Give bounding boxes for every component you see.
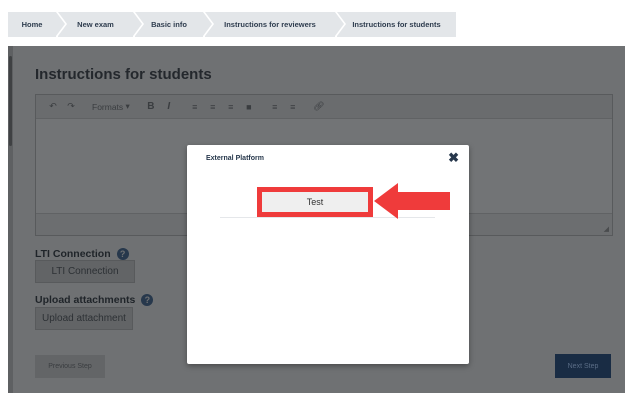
lti-connection-button[interactable]: LTI Connection bbox=[35, 260, 135, 283]
italic-icon[interactable]: I bbox=[160, 98, 178, 116]
resize-handle-icon[interactable]: ◢ bbox=[604, 225, 609, 233]
upload-attachment-button[interactable]: Upload attachment bbox=[35, 307, 133, 330]
help-icon[interactable]: ? bbox=[141, 294, 154, 306]
editor-toolbar: ↶ ↷ Formats ▾ B I ≡ ≡ ≡ ■ ≡ ≡ 🔗︎ bbox=[36, 95, 612, 119]
breadcrumb: Home New exam Basic info Instructions fo… bbox=[8, 12, 458, 37]
breadcrumb-home[interactable]: Home bbox=[8, 12, 67, 37]
close-icon[interactable]: ✖ bbox=[448, 150, 459, 166]
align-justify-icon[interactable]: ■ bbox=[240, 98, 258, 116]
help-icon[interactable]: ? bbox=[116, 248, 129, 260]
breadcrumb-instructions-students[interactable]: Instructions for students bbox=[337, 12, 456, 37]
next-step-button[interactable]: Next Step bbox=[555, 354, 611, 378]
undo-icon[interactable]: ↶ bbox=[44, 98, 62, 116]
align-center-icon[interactable]: ≡ bbox=[204, 98, 222, 116]
scrollbar-track[interactable] bbox=[8, 46, 13, 393]
redo-icon[interactable]: ↷ bbox=[62, 98, 80, 116]
upload-attachments-label: Upload attachments ? bbox=[35, 294, 154, 306]
outdent-icon[interactable]: ≡ bbox=[284, 98, 302, 116]
test-button[interactable]: Test bbox=[257, 187, 373, 217]
lti-connection-label: LTI Connection ? bbox=[35, 248, 129, 260]
scrollbar-thumb[interactable] bbox=[9, 56, 12, 146]
link-icon[interactable]: 🔗︎ bbox=[310, 98, 328, 116]
align-left-icon[interactable]: ≡ bbox=[186, 98, 204, 116]
formats-dropdown[interactable]: Formats ▾ bbox=[88, 98, 134, 116]
red-arrow-icon bbox=[374, 183, 450, 219]
align-right-icon[interactable]: ≡ bbox=[222, 98, 240, 116]
bold-icon[interactable]: B bbox=[142, 98, 160, 116]
modal-title: External Platform bbox=[206, 155, 264, 162]
external-platform-modal: External Platform ✖ Test bbox=[187, 145, 469, 364]
breadcrumb-new-exam[interactable]: New exam bbox=[58, 12, 144, 37]
breadcrumb-instructions-reviewers[interactable]: Instructions for reviewers bbox=[205, 12, 346, 37]
breadcrumb-basic-info[interactable]: Basic info bbox=[135, 12, 214, 37]
indent-icon[interactable]: ≡ bbox=[266, 98, 284, 116]
previous-step-button[interactable]: Previous Step bbox=[35, 355, 105, 378]
page-title: Instructions for students bbox=[35, 66, 212, 83]
